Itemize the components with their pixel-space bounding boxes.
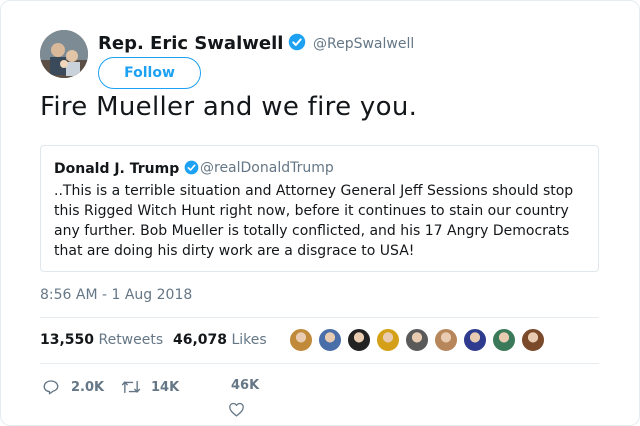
quoted-author-name: Donald J. Trump <box>54 160 199 177</box>
retweet-icon <box>121 380 141 394</box>
retweet-count: 14K <box>151 379 180 395</box>
verified-badge-icon <box>184 160 199 175</box>
retweet-button[interactable]: 14K <box>121 378 179 396</box>
reply-button[interactable]: 2.0K <box>42 378 104 396</box>
divider <box>40 363 599 364</box>
liker-avatar[interactable] <box>434 328 458 352</box>
divider <box>40 317 599 318</box>
reply-icon <box>43 380 59 395</box>
like-button[interactable] <box>228 401 245 422</box>
likes-stat[interactable]: 46,078 Likes <box>173 332 267 348</box>
liker-avatar[interactable] <box>318 328 342 352</box>
follow-button[interactable]: Follow <box>98 57 201 89</box>
reply-count: 2.0K <box>71 379 105 395</box>
quoted-tweet[interactable]: Donald J. Trump @realDonaldTrump ..This … <box>40 145 599 272</box>
author-name[interactable]: Rep. Eric Swalwell <box>98 33 306 54</box>
tweet-timestamp[interactable]: 8:56 AM - 1 Aug 2018 <box>40 287 192 303</box>
retweets-stat[interactable]: 13,550 Retweets <box>40 332 163 348</box>
tweet-text: Fire Mueller and we fire you. <box>40 92 418 122</box>
quoted-tweet-text: ..This is a terrible situation and Attor… <box>54 183 574 259</box>
avatar[interactable] <box>40 30 88 78</box>
author-handle[interactable]: @RepSwalwell <box>313 36 414 52</box>
liker-avatar[interactable] <box>492 328 516 352</box>
liker-avatar[interactable] <box>405 328 429 352</box>
liker-avatar[interactable] <box>376 328 400 352</box>
liker-avatar[interactable] <box>289 328 313 352</box>
liker-avatars <box>289 328 550 352</box>
liker-avatar[interactable] <box>521 328 545 352</box>
liker-avatar[interactable] <box>347 328 371 352</box>
like-count: 46K <box>231 378 260 393</box>
verified-badge-icon <box>289 33 306 51</box>
quoted-author-handle: @realDonaldTrump <box>200 160 334 176</box>
heart-icon <box>229 402 244 417</box>
liker-avatar[interactable] <box>463 328 487 352</box>
